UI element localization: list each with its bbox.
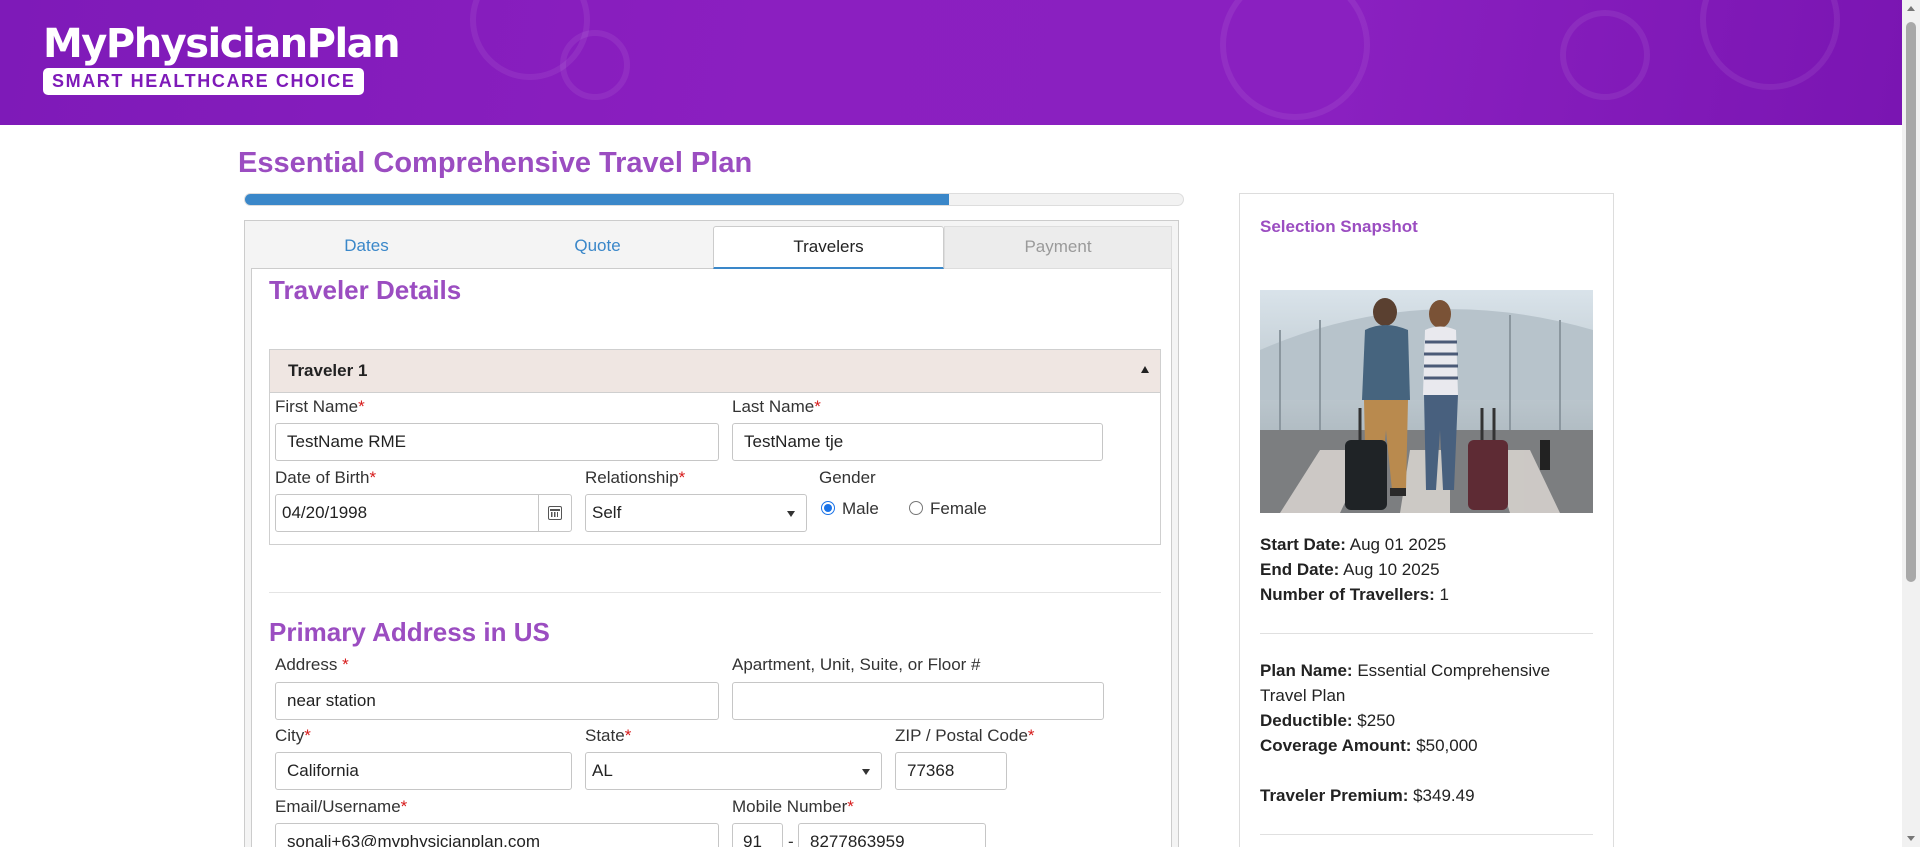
progress-fill [245, 194, 949, 205]
email-label: Email/Username* [275, 797, 408, 816]
city-input[interactable]: California [275, 752, 572, 790]
dob-value: 04/20/1998 [282, 503, 368, 522]
zip-input[interactable]: 77368 [895, 752, 1007, 790]
country-code-input[interactable]: 91 [732, 823, 783, 847]
snapshot-title: Selection Snapshot [1260, 217, 1418, 236]
travellers-count-line: Number of Travellers: 1 [1260, 585, 1449, 604]
tab-payment: Payment [944, 226, 1172, 269]
end-date-line: End Date: Aug 10 2025 [1260, 560, 1440, 579]
logo-title: MyPhysicianPlan [43, 21, 401, 67]
last-name-input[interactable]: TestName tje [732, 423, 1103, 461]
coverage-line: Coverage Amount: $50,000 [1260, 736, 1478, 755]
dob-input[interactable]: 04/20/1998 [275, 494, 572, 532]
gender-label: Gender [819, 468, 876, 487]
section-divider [269, 592, 1161, 593]
form-body: Traveler Details Traveler 1 First Name* … [251, 269, 1172, 847]
progress-bar [244, 193, 1184, 206]
relationship-value: Self [592, 503, 622, 522]
traveler-accordion-header[interactable]: Traveler 1 [270, 350, 1160, 393]
traveler-accordion-title: Traveler 1 [288, 361, 368, 380]
gender-female-radio[interactable] [909, 501, 923, 515]
plan-name-line: Plan Name: Essential Comprehensive Trave… [1260, 661, 1551, 705]
relationship-label: Relationship* [585, 468, 686, 487]
gender-male-label: Male [842, 499, 879, 518]
apartment-label: Apartment, Unit, Suite, or Floor # [732, 655, 981, 674]
start-date-line: Start Date: Aug 01 2025 [1260, 535, 1447, 554]
scrollbar-thumb[interactable] [1906, 22, 1916, 582]
relationship-select[interactable]: Self [585, 494, 807, 532]
calendar-icon [548, 506, 562, 520]
page-title: Essential Comprehensive Travel Plan [238, 147, 753, 179]
dob-label: Date of Birth* [275, 468, 377, 487]
apartment-input[interactable] [732, 682, 1104, 720]
travelers-photo [1260, 290, 1593, 513]
first-name-input[interactable]: TestName RME [275, 423, 719, 461]
page-scrollbar[interactable] [1902, 0, 1920, 847]
brand-logo[interactable]: MyPhysicianPlan SMART HEALTHCARE CHOICE [43, 21, 401, 95]
logo-tagline: SMART HEALTHCARE CHOICE [43, 68, 365, 95]
last-name-label: Last Name* [732, 397, 821, 416]
mobile-separator: - [788, 832, 794, 847]
snapshot-divider [1260, 633, 1593, 634]
snapshot-dates: Start Date: Aug 01 2025 End Date: Aug 10… [1260, 532, 1593, 607]
calendar-button[interactable] [538, 495, 571, 531]
email-input[interactable]: sonali+63@myphysicianplan.com [275, 823, 719, 847]
snapshot-divider [1260, 834, 1593, 835]
snapshot-plan-details: Plan Name: Essential Comprehensive Trave… [1260, 658, 1593, 758]
form-panel: Dates Quote Travelers Payment Traveler D… [244, 220, 1179, 847]
city-label: City* [275, 726, 311, 745]
gender-male-radio[interactable] [821, 501, 835, 515]
chevron-down-icon [787, 511, 795, 517]
deductible-line: Deductible: $250 [1260, 711, 1396, 730]
step-tabs: Dates Quote Travelers Payment [251, 226, 1172, 269]
first-name-label: First Name* [275, 397, 365, 416]
state-select[interactable]: AL [585, 752, 882, 790]
selection-snapshot-panel: Selection Snapshot Start Date: Aug 01 20… [1239, 193, 1614, 847]
primary-address-title: Primary Address in US [269, 617, 550, 647]
scroll-up-arrow-icon[interactable] [1907, 6, 1915, 11]
zip-label: ZIP / Postal Code* [895, 726, 1035, 745]
mobile-number-input[interactable]: 8277863959 [798, 823, 986, 847]
tab-dates[interactable]: Dates [251, 226, 482, 269]
scroll-down-arrow-icon[interactable] [1907, 836, 1915, 841]
tab-travelers[interactable]: Travelers [713, 226, 944, 269]
state-label: State* [585, 726, 632, 745]
collapse-caret-icon[interactable] [1141, 366, 1149, 373]
traveler-details-title: Traveler Details [269, 275, 462, 305]
site-header: MyPhysicianPlan SMART HEALTHCARE CHOICE [0, 0, 1902, 125]
tab-quote[interactable]: Quote [482, 226, 713, 269]
address-label: Address * [275, 655, 349, 674]
chevron-down-icon [862, 769, 870, 775]
gender-female-label: Female [930, 499, 987, 518]
premium-line: Traveler Premium: $349.49 [1260, 786, 1475, 805]
mobile-label: Mobile Number* [732, 797, 854, 816]
state-value: AL [592, 761, 613, 780]
address-input[interactable]: near station [275, 682, 719, 720]
